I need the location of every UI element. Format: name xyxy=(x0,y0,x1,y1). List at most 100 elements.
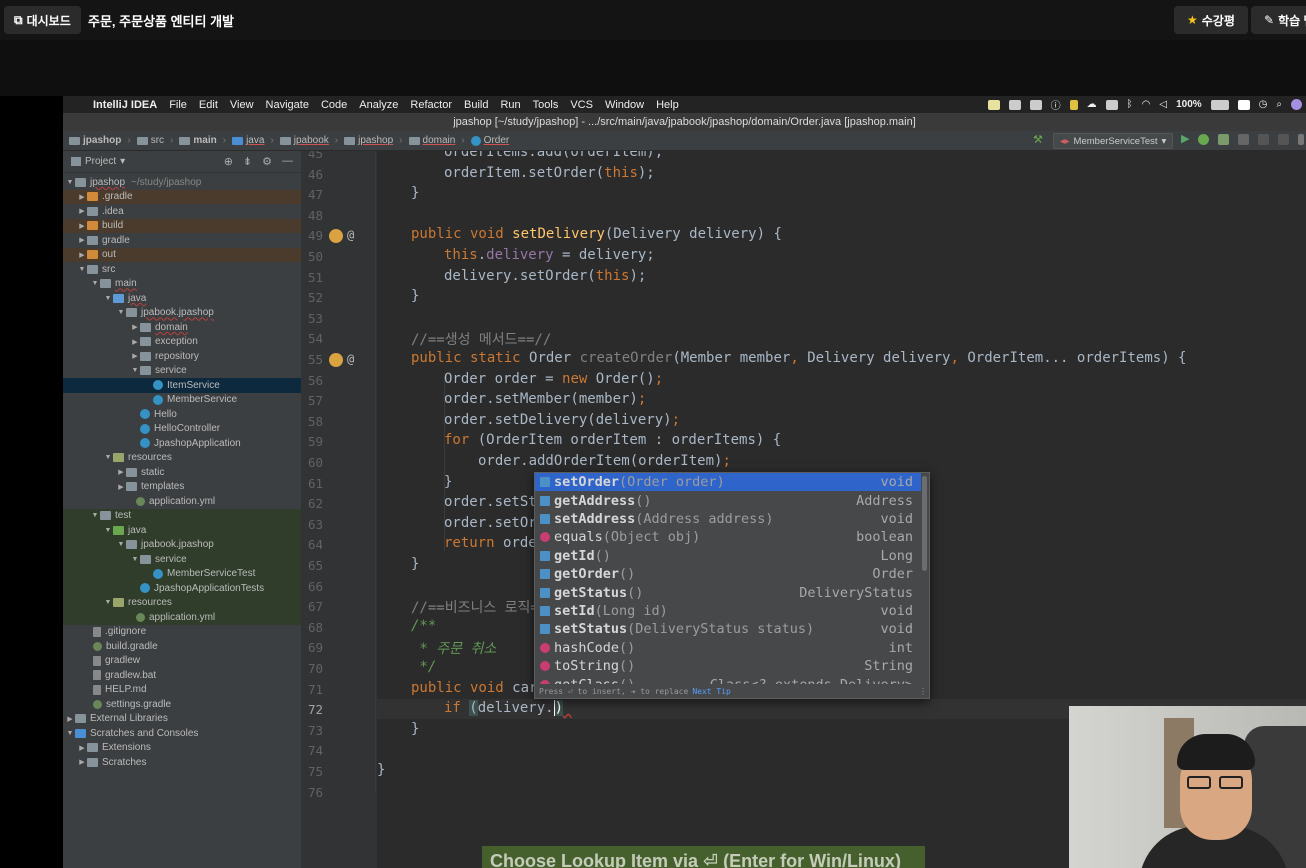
collapse-all-icon[interactable]: ⇟ xyxy=(243,155,252,168)
tree-row[interactable]: ▶ out xyxy=(63,247,301,262)
override-marker-icon[interactable] xyxy=(329,353,343,367)
expanded-arrow-icon[interactable]: ▼ xyxy=(90,280,100,287)
collapsed-arrow-icon[interactable]: ▶ xyxy=(130,323,140,331)
tree-row[interactable]: ▼ test xyxy=(63,508,301,523)
collapsed-arrow-icon[interactable]: ▶ xyxy=(116,468,126,476)
debug-icon[interactable] xyxy=(1198,134,1210,145)
tree-row[interactable]: ▶ exception xyxy=(63,335,301,350)
breadcrumb-java[interactable]: java › xyxy=(232,135,274,146)
collapsed-arrow-icon[interactable]: ▶ xyxy=(130,352,140,360)
coverage-icon[interactable] xyxy=(1218,134,1230,145)
menu-analyze[interactable]: Analyze xyxy=(359,99,398,111)
tree-row[interactable]: ▼ java xyxy=(63,523,301,538)
completion-item[interactable]: getOrder() Order xyxy=(535,565,921,583)
menu-run[interactable]: Run xyxy=(500,99,520,111)
collapsed-arrow-icon[interactable]: ▶ xyxy=(77,207,87,215)
completion-item[interactable]: toString() String xyxy=(535,657,921,675)
tree-row[interactable]: ▶ External Libraries xyxy=(63,712,301,727)
chevron-down-icon[interactable]: ▾ xyxy=(120,156,125,167)
tree-row[interactable]: HELP.md xyxy=(63,683,301,698)
expanded-arrow-icon[interactable]: ▼ xyxy=(65,730,75,737)
tree-row[interactable]: application.yml xyxy=(63,610,301,625)
grid-icon[interactable] xyxy=(1105,99,1118,110)
completion-item-selected[interactable]: setOrder (Order order) void xyxy=(535,473,921,492)
menu-view[interactable]: View xyxy=(230,99,254,111)
tree-row[interactable]: ▶ .idea xyxy=(63,204,301,219)
completion-item[interactable]: setAddress (Address address) void xyxy=(535,510,921,528)
expanded-arrow-icon[interactable]: ▼ xyxy=(116,309,126,316)
completion-item[interactable]: setStatus (DeliveryStatus status) void xyxy=(535,620,921,638)
collapsed-arrow-icon[interactable]: ▶ xyxy=(77,251,87,259)
breadcrumb-jpashop[interactable]: jpashop › xyxy=(69,135,131,146)
menu-window[interactable]: Window xyxy=(605,99,644,111)
menu-code[interactable]: Code xyxy=(321,99,347,111)
breadcrumb-jpashop-pkg[interactable]: jpashop › xyxy=(344,135,403,146)
tree-row[interactable]: HelloController xyxy=(63,422,301,437)
collapsed-arrow-icon[interactable]: ▶ xyxy=(77,222,87,230)
tree-row[interactable]: JpashopApplication xyxy=(63,436,301,451)
search-everywhere-icon[interactable] xyxy=(1278,134,1290,145)
spotlight-search-icon[interactable]: ⌕ xyxy=(1276,99,1282,110)
locate-icon[interactable]: ⊕ xyxy=(224,155,233,168)
tree-row[interactable]: ▶ repository xyxy=(63,349,301,364)
tree-row[interactable]: .gitignore xyxy=(63,625,301,640)
app-menu[interactable]: IntelliJ IDEA xyxy=(93,99,157,111)
override-marker-icon[interactable] xyxy=(329,229,343,243)
profile-icon[interactable] xyxy=(1238,134,1250,145)
breadcrumb-domain[interactable]: domain › xyxy=(408,135,465,146)
tree-row[interactable]: ▼ service xyxy=(63,364,301,379)
menu-file[interactable]: File xyxy=(169,99,187,111)
breadcrumb-jpabook[interactable]: jpabook › xyxy=(279,135,338,146)
expanded-arrow-icon[interactable]: ▼ xyxy=(103,599,113,606)
menu-vcs[interactable]: VCS xyxy=(570,99,593,111)
gear-icon[interactable]: ⚙ xyxy=(262,155,272,168)
completion-item[interactable]: hashCode() int xyxy=(535,639,921,657)
info-icon[interactable]: ⓘ xyxy=(1051,97,1061,112)
tree-row-selected[interactable]: ItemService xyxy=(63,378,301,393)
expanded-arrow-icon[interactable]: ▼ xyxy=(77,266,87,273)
collapsed-arrow-icon[interactable]: ▶ xyxy=(116,483,126,491)
tree-row[interactable]: ▶ Extensions xyxy=(63,741,301,756)
popup-scrollbar[interactable] xyxy=(922,476,927,571)
annotation-marker-icon[interactable]: @ xyxy=(347,228,354,242)
tree-row[interactable]: ▼ jpabook.jpashop xyxy=(63,306,301,321)
shield-icon[interactable] xyxy=(1069,99,1078,110)
run-configuration-select[interactable]: ◂▸ MemberServiceTest ▾ xyxy=(1053,133,1174,149)
tree-row[interactable]: ▶ domain xyxy=(63,320,301,335)
expanded-arrow-icon[interactable]: ▼ xyxy=(103,295,113,302)
tree-row[interactable]: ▶ build xyxy=(63,218,301,233)
tree-row[interactable]: ▶ gradle xyxy=(63,233,301,248)
dashboard-button[interactable]: ⧉ 대시보드 xyxy=(4,6,81,34)
run-icon[interactable]: ▶ xyxy=(1181,134,1189,145)
tree-row[interactable]: gradlew.bat xyxy=(63,668,301,683)
tree-row[interactable]: JpashopApplicationTests xyxy=(63,581,301,596)
tree-row[interactable]: ▼ resources xyxy=(63,595,301,610)
completion-item[interactable]: getAddress() Address xyxy=(535,491,921,509)
siri-icon[interactable] xyxy=(1291,99,1302,110)
code-completion-popup[interactable]: setOrder (Order order) void getAddress() Ad… xyxy=(534,472,930,699)
expanded-arrow-icon[interactable]: ▼ xyxy=(130,556,140,563)
expanded-arrow-icon[interactable]: ▼ xyxy=(65,179,75,186)
collapsed-arrow-icon[interactable]: ▶ xyxy=(65,715,75,723)
more-options-icon[interactable]: ⋮ xyxy=(919,687,927,696)
collapsed-arrow-icon[interactable]: ▶ xyxy=(130,338,140,346)
next-tip-link[interactable]: Next Tip xyxy=(692,687,731,696)
tree-row[interactable]: build.gradle xyxy=(63,639,301,654)
collapsed-arrow-icon[interactable]: ▶ xyxy=(77,236,87,244)
sidebar-toggle-icon[interactable] xyxy=(1298,134,1305,145)
tree-row[interactable]: settings.gradle xyxy=(63,697,301,712)
tree-row[interactable]: ▼ service xyxy=(63,552,301,567)
code-line-72[interactable]: if (delivery.) xyxy=(444,700,571,716)
hide-icon[interactable]: — xyxy=(282,155,293,168)
completion-item[interactable]: setId (Long id) void xyxy=(535,602,921,620)
completion-item[interactable]: getId() Long xyxy=(535,547,921,565)
stop-icon[interactable] xyxy=(1258,134,1270,145)
tree-row[interactable]: ▼ java xyxy=(63,291,301,306)
collapsed-arrow-icon[interactable]: ▶ xyxy=(77,744,87,752)
breadcrumb-src[interactable]: src › xyxy=(136,135,173,146)
tree-row[interactable]: ▶ .gradle xyxy=(63,189,301,204)
annotation-marker-icon[interactable]: @ xyxy=(347,352,354,366)
project-view-label[interactable]: Project xyxy=(85,156,116,167)
collapsed-arrow-icon[interactable]: ▶ xyxy=(77,758,87,766)
tree-row[interactable]: MemberServiceTest xyxy=(63,566,301,581)
